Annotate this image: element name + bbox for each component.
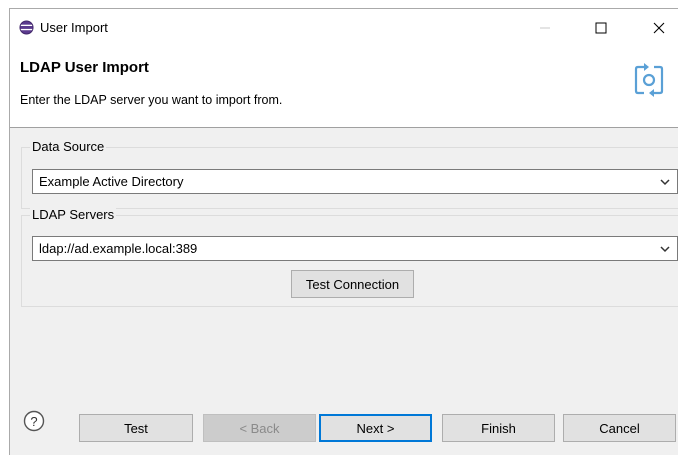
data-source-label: Data Source [30, 139, 107, 154]
app-globe-icon [19, 20, 34, 35]
ldap-servers-label: LDAP Servers [30, 207, 117, 222]
ldap-server-value: ldap://ad.example.local:389 [39, 241, 198, 256]
maximize-button[interactable] [578, 9, 624, 47]
window-title: User Import [40, 20, 108, 35]
data-source-value: Example Active Directory [39, 174, 184, 189]
ldap-server-select[interactable]: ldap://ad.example.local:389 [32, 236, 678, 261]
test-button[interactable]: Test [79, 414, 193, 442]
data-source-group: Data Source Example Active Directory [21, 139, 678, 209]
cancel-button[interactable]: Cancel [563, 414, 676, 442]
minimize-icon [540, 27, 550, 29]
ldap-servers-group: LDAP Servers ldap://ad.example.local:389… [21, 207, 678, 307]
data-source-select[interactable]: Example Active Directory [32, 169, 678, 194]
chevron-down-icon [660, 179, 670, 186]
finish-button[interactable]: Finish [442, 414, 555, 442]
help-icon[interactable]: ? [23, 410, 45, 432]
chevron-down-icon [660, 246, 670, 253]
user-import-dialog: User Import LDAP User Import Enter the L… [9, 8, 678, 455]
back-button[interactable]: < Back [203, 414, 316, 442]
sync-import-icon [634, 63, 664, 97]
close-icon [653, 22, 665, 34]
test-connection-button[interactable]: Test Connection [291, 270, 414, 298]
wizard-header: LDAP User Import Enter the LDAP server y… [10, 47, 678, 128]
page-description: Enter the LDAP server you want to import… [20, 93, 283, 107]
maximize-icon [595, 22, 607, 34]
svg-text:?: ? [30, 414, 37, 429]
close-button[interactable] [636, 9, 678, 47]
page-title: LDAP User Import [20, 59, 149, 76]
next-button[interactable]: Next > [319, 414, 432, 442]
minimize-button[interactable] [522, 9, 568, 47]
title-bar: User Import [10, 9, 678, 47]
